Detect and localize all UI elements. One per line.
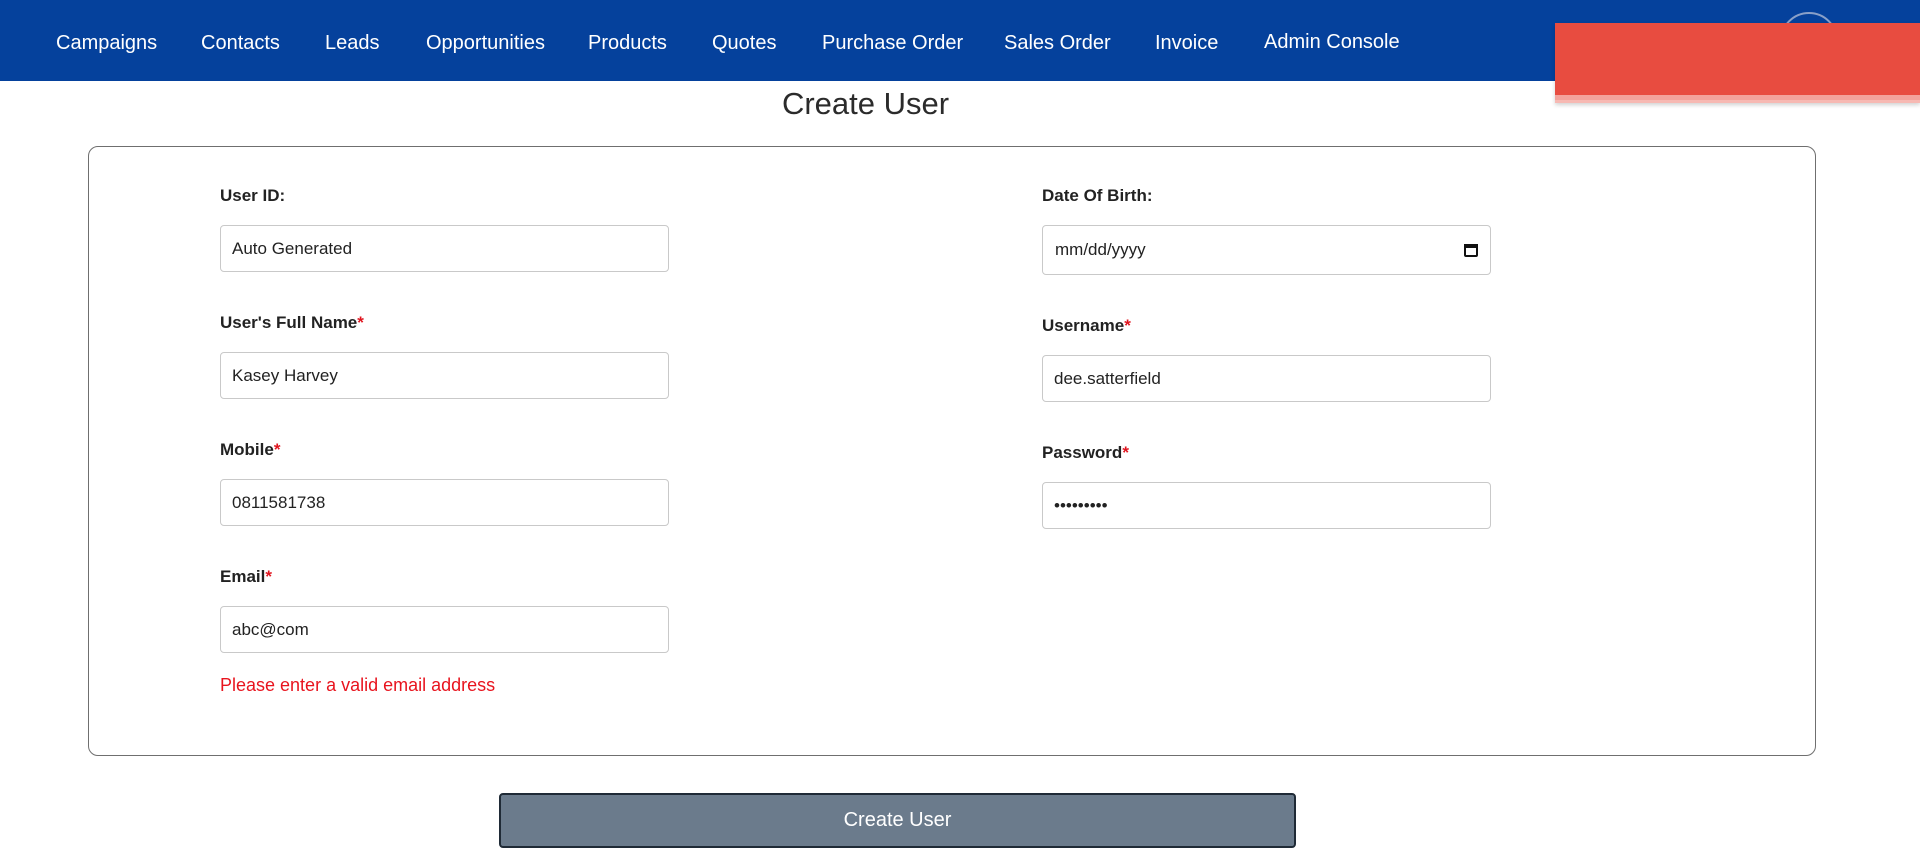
- nav-item-contacts[interactable]: Contacts: [201, 31, 280, 55]
- required-marker: *: [265, 567, 272, 586]
- username-label: Username*: [1042, 316, 1131, 336]
- dob-label: Date Of Birth:: [1042, 186, 1153, 205]
- email-label: Email*: [220, 567, 272, 587]
- nav-item-invoice[interactable]: Invoice: [1155, 31, 1218, 55]
- nav-item-sales-order[interactable]: Sales Order: [1004, 31, 1111, 55]
- full-name-label-text: User's Full Name: [220, 313, 358, 332]
- dob-field[interactable]: mm/dd/yyyy: [1042, 225, 1491, 275]
- required-marker: *: [1124, 316, 1131, 335]
- password-label: Password*: [1042, 443, 1129, 463]
- page-title: Create User: [781, 86, 950, 121]
- full-name-label: User's Full Name*: [220, 313, 364, 333]
- email-label-text: Email: [220, 567, 266, 586]
- mobile-label-text: Mobile: [220, 440, 274, 459]
- nav-item-campaigns[interactable]: Campaigns: [56, 31, 157, 55]
- password-label-text: Password: [1042, 443, 1123, 462]
- email-error-message: Please enter a valid email address: [220, 675, 496, 695]
- nav-item-opportunities[interactable]: Opportunities: [426, 31, 545, 55]
- username-field[interactable]: [1042, 355, 1491, 402]
- required-marker: *: [357, 313, 364, 332]
- user-id-field[interactable]: [220, 225, 669, 272]
- nav-item-leads[interactable]: Leads: [325, 31, 380, 55]
- full-name-field[interactable]: [220, 352, 669, 399]
- mobile-label: Mobile*: [220, 440, 280, 460]
- required-marker: *: [273, 440, 281, 459]
- password-field[interactable]: [1042, 482, 1491, 529]
- nav-item-products[interactable]: Products: [588, 31, 667, 55]
- username-label-text: Username: [1042, 316, 1125, 335]
- mobile-field[interactable]: [220, 479, 669, 526]
- required-marker: *: [1122, 443, 1129, 462]
- email-field[interactable]: [220, 606, 669, 653]
- nav-item-quotes[interactable]: Quotes: [712, 31, 776, 55]
- calendar-icon[interactable]: [1464, 243, 1478, 257]
- dob-placeholder: mm/dd/yyyy: [1055, 240, 1146, 259]
- nav-item-purchase-order[interactable]: Purchase Order: [822, 31, 963, 55]
- nav-item-admin-console[interactable]: Admin Console: [1264, 30, 1400, 54]
- user-id-label: User ID:: [220, 186, 286, 205]
- create-user-button[interactable]: Create User: [499, 793, 1296, 848]
